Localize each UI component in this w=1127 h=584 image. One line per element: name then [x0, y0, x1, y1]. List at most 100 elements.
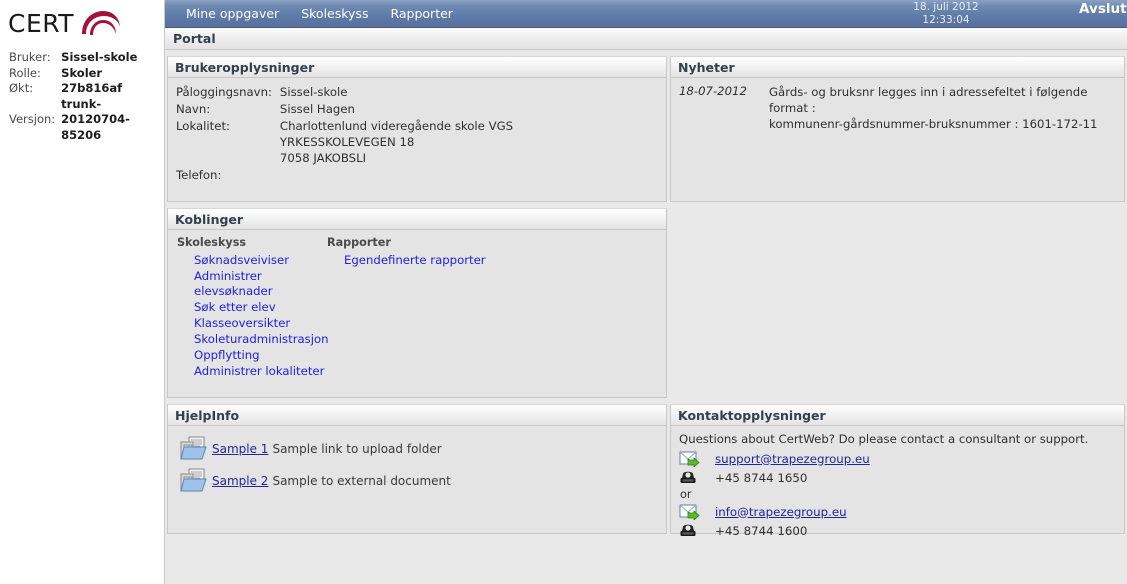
- panel-title-brukeropplysninger: Brukeropplysninger: [175, 59, 315, 75]
- nav-items: Mine oppgaver Skoleskyss Rapporter: [165, 0, 464, 27]
- link-oppflytting[interactable]: Oppflytting: [194, 348, 260, 362]
- panel-body: Påloggingsnavn: Sissel-skole Navn: Sisse…: [168, 78, 666, 201]
- hjelpinfo-link-sample-1[interactable]: Sample 1: [212, 442, 268, 456]
- address-line: 7058 JAKOBSLI: [279, 151, 367, 165]
- content-area: Brukeropplysninger Påloggingsnavn: Sisse…: [165, 50, 1127, 584]
- label-navn: Navn:: [176, 102, 211, 116]
- hjelpinfo-link-sample-2[interactable]: Sample 2: [212, 474, 268, 488]
- panel-header: Koblinger: [168, 209, 666, 230]
- main-area: Mine oppgaver Skoleskyss Rapporter 18. j…: [165, 0, 1127, 584]
- panel-title-hjelpinfo: HjelpInfo: [175, 407, 240, 423]
- nav-item-mine-oppgaver[interactable]: Mine oppgaver: [175, 0, 290, 27]
- list-item: Skoleturadministrasjon: [194, 332, 329, 347]
- panel-header: Brukeropplysninger: [168, 57, 666, 78]
- user-info-row: Økt: 27b816af: [9, 81, 137, 97]
- hjelpinfo-desc-sample-2: Sample to external document: [272, 474, 451, 488]
- label-lokalitet: Lokalitet:: [176, 119, 230, 133]
- contact-email-info[interactable]: info@trapezegroup.eu: [715, 505, 847, 519]
- user-info-block: Bruker: Sissel-skole Rolle: Skoler Økt: …: [0, 50, 164, 143]
- link-skoleturadministrasjon[interactable]: Skoleturadministrasjon: [194, 332, 329, 346]
- version-line: 85206: [61, 127, 102, 142]
- link-sok-etter-elev[interactable]: Søk etter elev: [194, 300, 276, 314]
- folder-icon: [180, 468, 207, 492]
- list-item: Sample 2 Sample to external document: [180, 468, 658, 494]
- user-label-versjon-text: Versjon:: [9, 112, 56, 126]
- value-lokalitet: Charlottenlund videregående skole VGS YR…: [280, 118, 513, 167]
- list-item: Sample 1 Sample link to upload folder: [180, 436, 658, 462]
- links-list-skoleskyss: Søknadsveiviser Administrer elevsøknader…: [176, 253, 329, 379]
- contact-intro-text: Questions about CertWeb? Do please conta…: [679, 432, 1089, 446]
- news-line: kommunenr-gårdsnummer-bruksnummer : 1601…: [769, 117, 1098, 131]
- panel-nyheter: Nyheter 18-07-2012 Gårds- og bruksnr leg…: [670, 56, 1125, 202]
- logout-button[interactable]: Avslutt: [1079, 1, 1127, 17]
- link-soknadsveiviser[interactable]: Søknadsveiviser: [194, 253, 289, 267]
- address-line: Charlottenlund videregående skole VGS: [279, 119, 514, 133]
- value-telefon: [280, 167, 513, 184]
- column-right-bottom: Kontaktopplysninger Questions about Cert…: [667, 404, 1127, 540]
- panel-header: HjelpInfo: [168, 405, 666, 426]
- panel-hjelpinfo: HjelpInfo Sample 1 Sample link to upload…: [167, 404, 667, 534]
- panel-body: Questions about CertWeb? Do please conta…: [671, 426, 1124, 538]
- panel-body: Sample 1 Sample link to upload folder Sa…: [168, 426, 666, 533]
- list-item: Oppflytting: [194, 348, 326, 363]
- hjelpinfo-desc-sample-1: Sample link to upload folder: [272, 442, 442, 456]
- panel-brukeropplysninger: Brukeropplysninger Påloggingsnavn: Sisse…: [167, 56, 667, 202]
- links-column-skoleskyss: Skoleskyss Søknadsveiviser Administrer e…: [176, 236, 329, 380]
- contact-row-email-1: support@trapezegroup.eu: [679, 449, 1116, 468]
- panel-header: Kontaktopplysninger: [671, 405, 1124, 426]
- user-label-okt: Økt:: [9, 81, 34, 95]
- column-left-bottom: HjelpInfo Sample 1 Sample link to upload…: [165, 404, 667, 540]
- panel-title-koblinger: Koblinger: [175, 211, 244, 227]
- address-line: YRKESSKOLEVEGEN 18: [279, 135, 415, 149]
- contact-row-phone-1: +45 8744 1650: [679, 468, 1116, 487]
- email-icon: [679, 504, 700, 520]
- page-title-bar: Portal: [165, 28, 1127, 50]
- user-value-rolle: Skoler: [61, 65, 103, 80]
- links-heading-skoleskyss: Skoleskyss: [177, 236, 247, 249]
- column-left-top: Brukeropplysninger Påloggingsnavn: Sisse…: [165, 56, 667, 208]
- link-klasseoversikter[interactable]: Klasseoversikter: [194, 316, 290, 330]
- info-row: Navn: Sissel Hagen: [176, 101, 513, 118]
- links-column-rapporter: Rapporter Egendefinerte rapporter: [326, 236, 486, 380]
- logo-wordmark: CERT: [8, 8, 75, 38]
- user-info-row: Rolle: Skoler: [9, 66, 137, 82]
- user-value-bruker: Sissel-skole: [61, 50, 138, 64]
- link-administrer-elevsoknader[interactable]: Administrer elevsøknader: [194, 269, 273, 298]
- version-line: 20120704-: [61, 112, 130, 126]
- news-body: Gårds- og bruksnr legges inn i adressefe…: [769, 84, 1116, 132]
- app-logo: CERT: [0, 0, 164, 40]
- list-item: Klasseoversikter: [194, 316, 326, 331]
- news-line: Gårds- og bruksnr legges inn i adressefe…: [769, 85, 1088, 115]
- folder-icon: [180, 436, 207, 460]
- links-list-rapporter: Egendefinerte rapporter: [326, 253, 486, 268]
- column-right-top: Nyheter 18-07-2012 Gårds- og bruksnr leg…: [667, 56, 1127, 208]
- panel-koblinger: Koblinger Skoleskyss Søknadsveiviser Adm…: [167, 208, 667, 398]
- list-item: Søknadsveiviser: [194, 253, 326, 268]
- link-egendefinerte-rapporter[interactable]: Egendefinerte rapporter: [344, 253, 486, 267]
- list-item: Søk etter elev: [194, 300, 326, 315]
- contact-email-support[interactable]: support@trapezegroup.eu: [715, 452, 870, 466]
- panel-body: Skoleskyss Søknadsveiviser Administrer e…: [168, 230, 666, 397]
- contact-phone-1: +45 8744 1650: [715, 470, 808, 485]
- nav-item-skoleskyss[interactable]: Skoleskyss: [290, 0, 379, 27]
- nav-item-rapporter[interactable]: Rapporter: [379, 0, 463, 27]
- news-item: 18-07-2012 Gårds- og bruksnr legges inn …: [679, 84, 1116, 132]
- user-value-okt: 27b816af: [61, 81, 123, 95]
- version-line: trunk-: [61, 96, 102, 111]
- panel-title-nyheter: Nyheter: [678, 59, 735, 75]
- page-title: Portal: [173, 31, 216, 46]
- nav-date: 18. juli 2012: [913, 1, 979, 13]
- label-paaloggingsnavn: Påloggingsnavn:: [176, 85, 272, 99]
- panel-body: 18-07-2012 Gårds- og bruksnr legges inn …: [671, 78, 1124, 201]
- user-label-versjon: Versjon:: [9, 97, 61, 144]
- news-date: 18-07-2012: [679, 84, 747, 98]
- list-item: Egendefinerte rapporter: [344, 253, 486, 268]
- link-administrer-lokaliteter[interactable]: Administrer lokaliteter: [194, 364, 324, 378]
- value-navn: Sissel Hagen: [279, 102, 355, 116]
- content-row-top: Brukeropplysninger Påloggingsnavn: Sisse…: [165, 56, 1127, 208]
- email-icon: [679, 451, 700, 467]
- list-item: Administrer lokaliteter: [194, 364, 326, 379]
- cert-swoosh-icon: [82, 11, 121, 35]
- user-value-versjon: trunk- 20120704- 85206: [61, 97, 137, 144]
- contact-separator: or: [680, 488, 692, 501]
